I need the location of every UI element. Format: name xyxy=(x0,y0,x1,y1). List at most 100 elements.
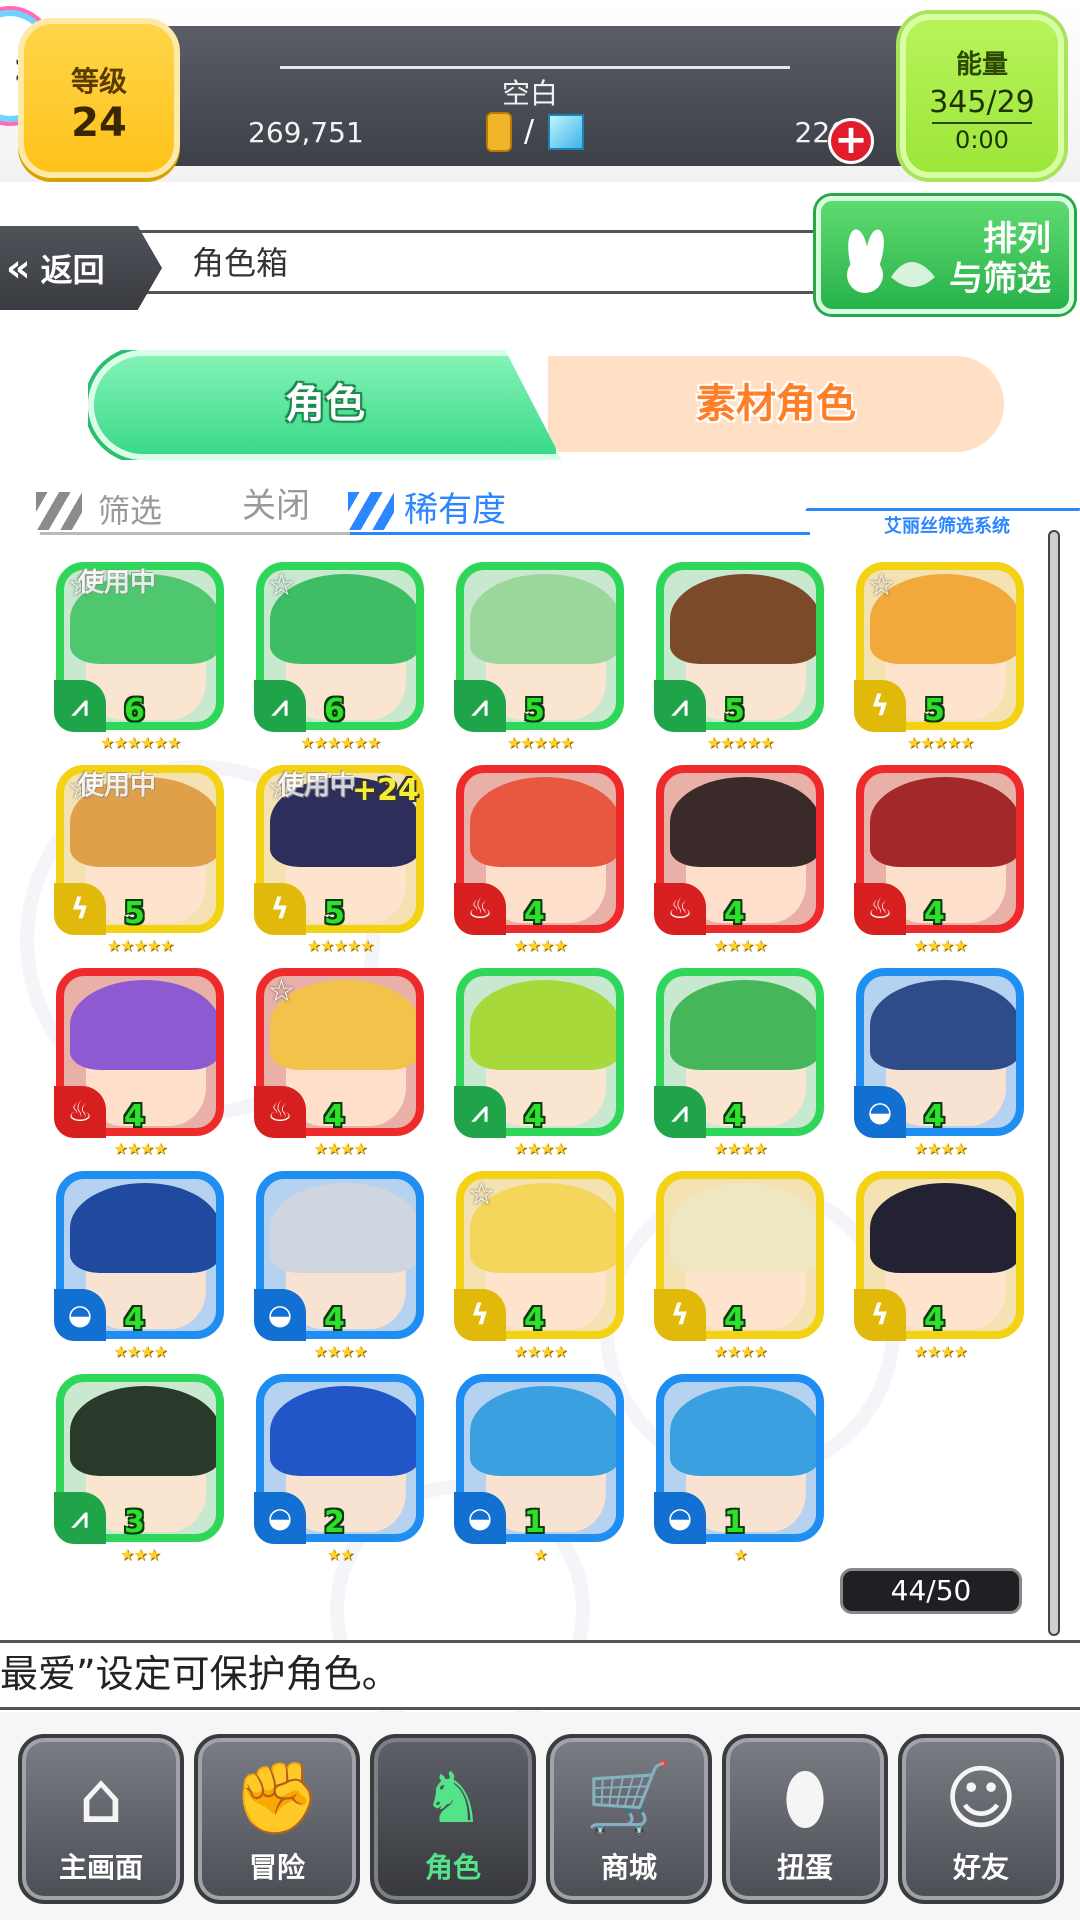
nav-rabbit[interactable]: ♞ 角色 xyxy=(370,1734,536,1904)
rarity-stars: ★ xyxy=(733,1545,747,1564)
rarity-stars: ★★★★ xyxy=(513,936,567,955)
character-card[interactable]: ♨ 4 ★★★★ xyxy=(854,765,1024,955)
character-level: 4 xyxy=(924,1302,945,1337)
nav-handshake[interactable]: ✊ 冒险 xyxy=(194,1734,360,1904)
character-card[interactable]: ♨ 4 ★★★★ xyxy=(454,765,624,955)
rarity-stars: ★★★★ xyxy=(313,1342,367,1361)
character-card[interactable]: ϟ 4 ★★★★ xyxy=(854,1171,1024,1361)
character-level: 5 xyxy=(524,693,545,728)
wind-icon: ⩘ xyxy=(54,680,106,732)
filter-underline xyxy=(40,532,360,535)
nav-label: 冒险 xyxy=(248,1851,305,1884)
water-icon: ◒ xyxy=(854,1086,906,1138)
portrait-hair xyxy=(70,1183,216,1273)
cart-icon: 🛒 xyxy=(585,1757,673,1839)
system-line xyxy=(805,508,1080,511)
thunder-icon: ϟ xyxy=(454,1289,506,1341)
character-card[interactable]: ⩘ 3 ★★★ xyxy=(54,1374,224,1564)
add-gems-button[interactable]: + xyxy=(828,118,874,164)
character-card[interactable]: ϟ 4 ★★★★ xyxy=(654,1171,824,1361)
character-level: 5 xyxy=(724,693,745,728)
rarity-stars: ★★★★ xyxy=(713,936,767,955)
gold-amount: 269,751 xyxy=(248,116,364,149)
character-card[interactable]: ◒ 4 ★★★★ xyxy=(854,968,1024,1158)
filter-value[interactable]: 关闭 xyxy=(242,478,310,527)
tab-characters[interactable]: 角色 xyxy=(88,350,562,460)
character-level: 6 xyxy=(124,693,145,728)
wind-icon: ⩘ xyxy=(454,1086,506,1138)
water-icon: ◒ xyxy=(454,1492,506,1544)
nav-egg[interactable]: ⬮ 扭蛋 xyxy=(722,1734,888,1904)
character-card[interactable]: ◒ 1 ★ xyxy=(454,1374,624,1564)
rarity-stars: ★★★★ xyxy=(913,1342,967,1361)
favorite-star-icon: ☆ xyxy=(268,974,295,1009)
portrait-hair xyxy=(470,574,616,664)
rarity-stars: ★★★★★ xyxy=(506,733,575,752)
tab-material-characters[interactable]: 素材角色 xyxy=(548,356,1004,452)
character-card[interactable]: ◒ 2 ★★ xyxy=(254,1374,424,1564)
rarity-stars: ★★★★★★ xyxy=(299,733,381,752)
character-level: 4 xyxy=(524,1302,545,1337)
nav-cart[interactable]: 🛒 商城 xyxy=(546,1734,712,1904)
character-card[interactable]: ⩘ 4 ★★★★ xyxy=(454,968,624,1158)
character-card[interactable]: ⩘ 4 ★★★★ xyxy=(654,968,824,1158)
rarity-stars: ★★★★ xyxy=(713,1342,767,1361)
nav-label: 角色 xyxy=(424,1851,481,1884)
egg-icon: ⬮ xyxy=(783,1757,827,1839)
nav-home[interactable]: ⌂ 主画面 xyxy=(18,1734,184,1904)
double-chevron-left-icon: « xyxy=(6,246,31,290)
water-icon: ◒ xyxy=(54,1289,106,1341)
page-title: 角色箱 xyxy=(192,244,289,282)
character-card[interactable]: ♨ 4 ★★★★ xyxy=(654,765,824,955)
character-card[interactable]: ◒ 4 ★★★★ xyxy=(254,1171,424,1361)
name-underline xyxy=(280,66,790,69)
character-card[interactable]: ⩘ 5 ★★★★★ xyxy=(454,562,624,752)
rarity-stars: ★★★★ xyxy=(913,1139,967,1158)
wind-icon: ⩘ xyxy=(54,1492,106,1544)
currency-separator: / xyxy=(524,114,535,149)
rarity-stars: ★ xyxy=(533,1545,547,1564)
handshake-icon: ✊ xyxy=(233,1757,321,1839)
character-card[interactable]: ϟ 5 ★★★★★ ☆ xyxy=(854,562,1024,752)
nav-friends[interactable]: ☺ 好友 xyxy=(898,1734,1064,1904)
thunder-icon: ϟ xyxy=(854,680,906,732)
water-icon: ◒ xyxy=(254,1492,306,1544)
filter-label[interactable]: 筛选 xyxy=(98,486,162,532)
scrollbar[interactable] xyxy=(1048,530,1060,1636)
sort-filter-button[interactable]: 排列 与筛选 xyxy=(816,196,1074,314)
character-level: 6 xyxy=(324,693,345,728)
character-card[interactable]: ⩘ 6 ★★★★★★ ☆ xyxy=(254,562,424,752)
character-card[interactable]: ϟ 5 ★★★★★ ☆ 使用中 +24 xyxy=(254,765,424,955)
character-card[interactable]: ⩘ 6 ★★★★★★ ☆ 使用中 xyxy=(54,562,224,752)
rarity-stars: ★★★★★ xyxy=(906,733,975,752)
scrollbar-thumb[interactable] xyxy=(1048,530,1060,1636)
rarity-underline xyxy=(350,532,810,535)
friends-icon: ☺ xyxy=(944,1757,1018,1839)
in-use-label: 使用中 xyxy=(278,771,357,801)
energy-badge[interactable]: 能量 345/29 0:00 xyxy=(900,14,1064,178)
rarity-stars: ★★★★ xyxy=(113,1342,167,1361)
character-card[interactable]: ⩘ 5 ★★★★★ xyxy=(654,562,824,752)
back-button[interactable]: «返回 xyxy=(0,226,162,310)
character-card[interactable]: ϟ 5 ★★★★★ ☆ 使用中 xyxy=(54,765,224,955)
character-card[interactable]: ♨ 4 ★★★★ ☆ xyxy=(254,968,424,1158)
rarity-stars: ★★★★ xyxy=(313,1139,367,1158)
nav-label: 扭蛋 xyxy=(776,1851,833,1884)
sort-rarity-label[interactable]: 稀有度 xyxy=(404,482,506,531)
character-card[interactable]: ♨ 4 ★★★★ xyxy=(54,968,224,1158)
character-card[interactable]: ◒ 4 ★★★★ xyxy=(54,1171,224,1361)
rabbit-icon: ♞ xyxy=(421,1757,485,1839)
fire-icon: ♨ xyxy=(854,883,906,935)
thunder-icon: ϟ xyxy=(854,1289,906,1341)
wind-icon: ⩘ xyxy=(254,680,306,732)
rarity-stars: ★★★★★ xyxy=(706,733,775,752)
thunder-icon: ϟ xyxy=(254,883,306,935)
rarity-stars: ★★★★★ xyxy=(106,936,175,955)
portrait-hair xyxy=(470,1386,616,1476)
rarity-stars: ★★★★ xyxy=(513,1139,567,1158)
character-card[interactable]: ◒ 1 ★ xyxy=(654,1374,824,1564)
character-card[interactable]: ϟ 4 ★★★★ ☆ xyxy=(454,1171,624,1361)
currency-icons: / xyxy=(486,110,606,154)
character-level: 4 xyxy=(724,1099,745,1134)
character-level: 4 xyxy=(324,1302,345,1337)
